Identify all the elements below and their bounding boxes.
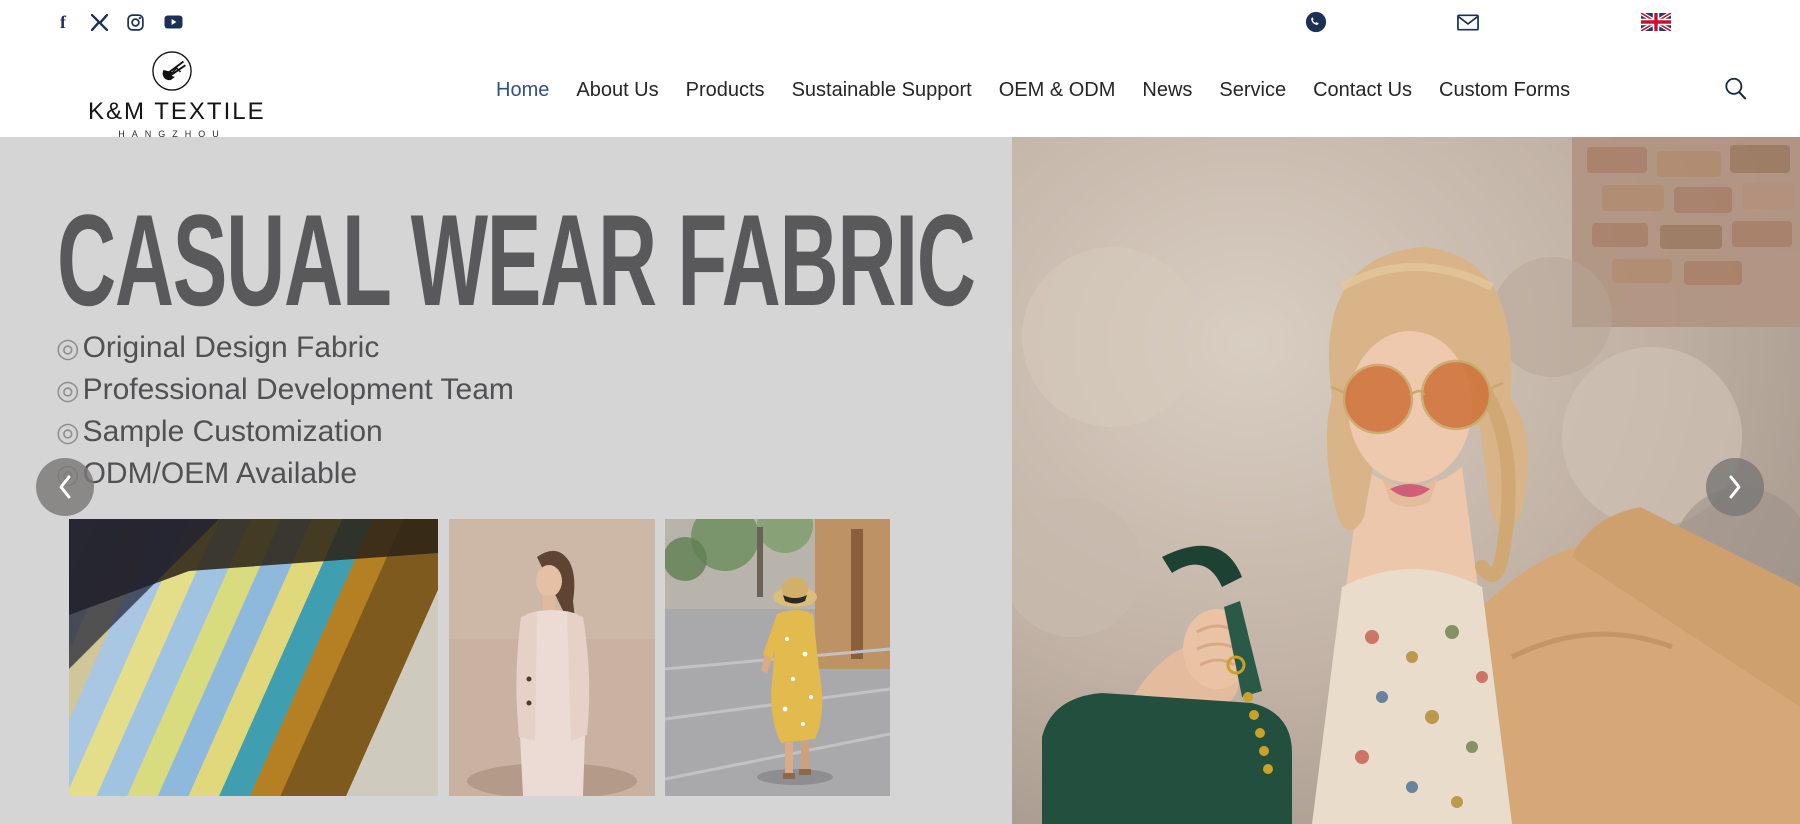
uk-flag-glyph	[1641, 13, 1671, 31]
instagram-glyph	[127, 14, 144, 31]
gallery-photo-yellow-dress-model	[665, 519, 890, 796]
facebook-icon[interactable]: f	[52, 11, 74, 33]
hero-feature-list: ◎ Original Design Fabric ◎ Professional …	[56, 327, 514, 495]
bullseye-bullet-icon: ◎	[56, 377, 80, 404]
feature-item: ◎ Original Design Fabric	[56, 327, 514, 369]
header: K&M TEXTILE HANGZHOU Home About Us Produ…	[0, 44, 1800, 137]
feature-label: Sample Customization	[83, 415, 383, 449]
email-icon[interactable]	[1457, 11, 1479, 33]
feature-item: ◎ Professional Development Team	[56, 369, 514, 411]
gallery-photo-pink-dress-model	[449, 519, 655, 796]
page: f	[0, 0, 1800, 824]
chevron-right-icon	[1725, 472, 1745, 502]
hero-slide-content: CASUAL WEAR FABRIC ◎ Original Design Fab…	[0, 137, 1012, 824]
feature-item: ◎ Sample Customization	[56, 411, 514, 453]
nav-item-oem-odm[interactable]: OEM & ODM	[999, 79, 1116, 102]
next-slide-button[interactable]	[1706, 458, 1764, 516]
nav-item-contact-us[interactable]: Contact Us	[1313, 79, 1412, 102]
hero-headline: CASUAL WEAR FABRIC	[57, 195, 975, 325]
fashion-model-photo	[1012, 137, 1800, 824]
topbar: f	[0, 0, 1800, 44]
chevron-left-icon	[55, 472, 75, 502]
search-icon[interactable]	[1722, 75, 1752, 105]
whatsapp-glyph	[1305, 10, 1327, 34]
x-twitter-glyph	[91, 14, 108, 31]
feature-item: ◎ ODM/OEM Available	[56, 453, 514, 495]
nav-item-service[interactable]: Service	[1219, 79, 1286, 102]
uk-flag-icon[interactable]	[1640, 11, 1672, 33]
main-nav: Home About Us Products Sustainable Suppo…	[496, 44, 1570, 137]
nav-item-products[interactable]: Products	[686, 79, 765, 102]
email-glyph	[1457, 14, 1479, 31]
nav-item-about-us[interactable]: About Us	[576, 79, 658, 102]
feature-label: ODM/OEM Available	[83, 457, 358, 491]
facebook-glyph: f	[60, 12, 66, 33]
nav-item-sustainable-support[interactable]: Sustainable Support	[792, 79, 972, 102]
whatsapp-icon[interactable]	[1305, 11, 1327, 33]
feature-label: Original Design Fabric	[83, 331, 380, 365]
feature-label: Professional Development Team	[83, 373, 514, 407]
brand-emblem-icon	[151, 50, 193, 92]
instagram-icon[interactable]	[124, 11, 146, 33]
nav-item-custom-forms[interactable]: Custom Forms	[1439, 79, 1570, 102]
nav-item-news[interactable]: News	[1142, 79, 1192, 102]
gallery-photo-shirt-rack	[69, 519, 438, 796]
hero-carousel: CASUAL WEAR FABRIC ◎ Original Design Fab…	[0, 137, 1800, 824]
x-twitter-icon[interactable]	[88, 11, 110, 33]
bullseye-bullet-icon: ◎	[56, 335, 80, 362]
youtube-glyph	[164, 15, 183, 29]
brand-logo[interactable]: K&M TEXTILE HANGZHOU	[88, 50, 256, 139]
bullseye-bullet-icon: ◎	[56, 419, 80, 446]
prev-slide-button[interactable]	[36, 458, 94, 516]
youtube-icon[interactable]	[162, 11, 184, 33]
brand-name: K&M TEXTILE	[88, 98, 256, 126]
magnifier-glyph	[1722, 75, 1750, 103]
nav-item-home[interactable]: Home	[496, 79, 549, 102]
